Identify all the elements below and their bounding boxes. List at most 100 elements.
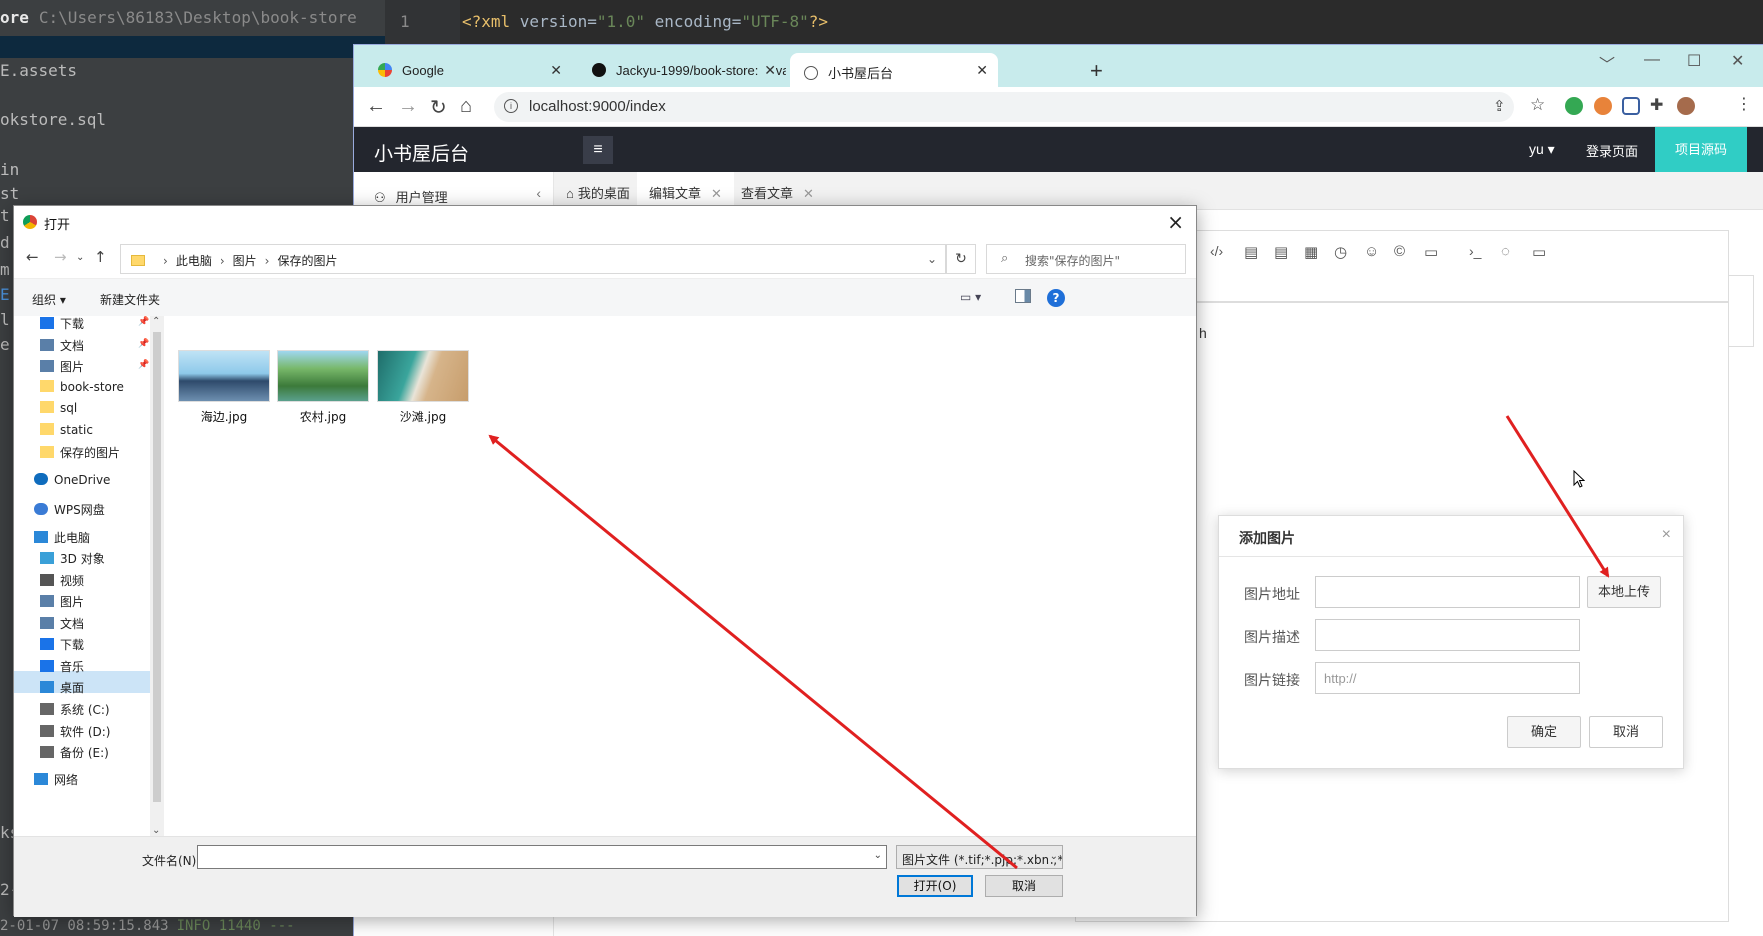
tree-item[interactable]: in (0, 160, 19, 179)
preview-pane-icon[interactable] (1015, 289, 1031, 303)
path-breadcrumb[interactable]: › 此电脑 › 图片 › 保存的图片 ⌄ (120, 244, 946, 274)
scroll-up-icon[interactable]: ⌃ (152, 316, 160, 327)
filetype-select[interactable]: 图片文件 (*.tif;*.pjp;*.xbm;*.jxl⌄ (896, 845, 1063, 869)
monitor-icon[interactable]: ▭ (1532, 243, 1546, 261)
nav-item[interactable]: 图片 (40, 358, 84, 375)
nav-item[interactable]: 此电脑 (34, 529, 90, 546)
filename-input[interactable]: ⌄ (197, 845, 887, 869)
extension-icon[interactable] (1594, 97, 1612, 115)
project-source-button[interactable]: 项目源码 (1655, 127, 1747, 172)
pagebreak-icon[interactable]: ▭ (1424, 243, 1438, 261)
nav-item[interactable]: 文档 (40, 337, 84, 354)
nav-item[interactable]: 文档 (40, 615, 84, 632)
emoji-icon[interactable]: ☺ (1364, 243, 1379, 260)
login-page-link[interactable]: 登录页面 (1586, 141, 1638, 160)
file-item[interactable]: 海边.jpg (174, 350, 274, 425)
browser-tab-github[interactable]: Jackyu-1999/book-store: Java ✕ (578, 53, 786, 87)
maximize-button[interactable]: ☐ (1687, 51, 1701, 71)
nav-item[interactable]: 音乐 (40, 658, 84, 675)
scroll-down-icon[interactable]: ⌄ (152, 825, 160, 836)
nav-item[interactable]: WPS网盘 (34, 501, 105, 518)
view-options-icon[interactable]: ▭ ▾ (960, 290, 981, 304)
pin-icon[interactable]: 📌 (138, 360, 149, 370)
ok-button[interactable]: 确定 (1507, 716, 1581, 748)
address-bar[interactable]: i localhost:9000/index (494, 92, 1514, 122)
chevron-left-icon[interactable]: ‹ (536, 185, 541, 201)
extension-icon[interactable] (1622, 97, 1640, 115)
nav-item[interactable]: 图片 (40, 593, 84, 610)
terminal-icon[interactable]: ›_ (1469, 243, 1481, 259)
close-window-button[interactable]: ✕ (1731, 51, 1744, 71)
nav-item[interactable]: sql (40, 401, 77, 415)
nav-item[interactable]: 系统 (C:) (40, 701, 110, 718)
tree-item[interactable]: E.assets (0, 61, 77, 80)
refresh-button[interactable]: ↻ (946, 244, 976, 274)
cancel-button[interactable]: 取消 (1589, 716, 1663, 748)
browser-tab-admin[interactable]: 小书屋后台 ✕ (790, 53, 998, 87)
file-item[interactable]: 沙滩.jpg (373, 350, 473, 425)
file-code-icon[interactable]: ▤ (1244, 243, 1258, 261)
forward-button[interactable]: → (398, 95, 418, 118)
nav-item[interactable]: 网络 (34, 771, 78, 788)
organize-menu[interactable]: 组织 ▾ (32, 291, 66, 308)
pin-icon[interactable]: 📌 (138, 339, 149, 349)
close-icon[interactable]: ✕ (803, 186, 814, 201)
file-item[interactable]: 农村.jpg (273, 350, 373, 425)
close-tab-icon[interactable]: ✕ (976, 62, 988, 79)
nav-item[interactable]: 保存的图片 (40, 444, 120, 461)
nav-item[interactable]: 视频 (40, 572, 84, 589)
code-line[interactable]: <?xml version="1.0" encoding="UTF-8"?> (462, 12, 828, 31)
nav-item[interactable]: book-store (40, 380, 124, 394)
nav-item[interactable]: 桌面 (40, 679, 84, 696)
up-icon[interactable]: ↑ (94, 248, 107, 266)
sidebar-item-users[interactable]: ⚇ 用户管理 (374, 187, 448, 206)
eye-slash-icon[interactable]: ◌ (1501, 243, 1510, 260)
close-tab-icon[interactable]: ✕ (550, 62, 562, 79)
pin-icon[interactable]: 📌 (138, 317, 149, 327)
image-desc-input[interactable] (1315, 619, 1580, 651)
nav-scrollbar[interactable]: ⌃ ⌄ (150, 316, 164, 836)
code-icon[interactable]: ‹/› (1210, 243, 1223, 259)
new-tab-button[interactable]: + (1090, 58, 1103, 84)
open-button[interactable]: 打开(O) (897, 875, 973, 897)
nav-item[interactable]: 软件 (D:) (40, 723, 110, 740)
nav-item[interactable]: 备份 (E:) (40, 744, 109, 761)
tree-item[interactable]: okstore.sql (0, 110, 106, 129)
close-icon[interactable]: × (1167, 210, 1184, 234)
close-tab-icon[interactable]: ✕ (760, 62, 776, 79)
clock-icon[interactable]: ◷ (1334, 243, 1347, 261)
nav-item[interactable]: static (40, 423, 93, 437)
breadcrumb-item[interactable]: 保存的图片 (277, 254, 337, 268)
cancel-button[interactable]: 取消 (985, 875, 1063, 897)
kebab-menu-icon[interactable]: ⋮ (1736, 94, 1752, 114)
table-icon[interactable]: ▦ (1304, 243, 1318, 261)
browser-tab-google[interactable]: Google ✕ (364, 53, 572, 87)
puzzle-icon[interactable]: ✚ (1650, 95, 1663, 115)
forward-icon[interactable]: → (54, 248, 67, 266)
share-icon[interactable]: ⇪ (1493, 97, 1506, 115)
minimize-button[interactable]: — (1644, 51, 1660, 69)
tree-item[interactable]: st (0, 184, 19, 203)
back-button[interactable]: ← (366, 95, 386, 118)
file-code-icon[interactable]: ▤ (1274, 243, 1288, 261)
close-icon[interactable]: × (1662, 526, 1671, 544)
image-url-input[interactable] (1315, 576, 1580, 608)
chevron-down-icon[interactable]: ⌄ (874, 850, 882, 861)
bookmark-star-icon[interactable]: ☆ (1530, 95, 1545, 115)
reload-button[interactable]: ↻ (430, 95, 447, 120)
user-menu[interactable]: yu ▾ (1529, 141, 1555, 158)
local-upload-button[interactable]: 本地上传 (1587, 576, 1661, 608)
help-icon[interactable]: ? (1047, 289, 1065, 307)
profile-avatar[interactable] (1677, 97, 1695, 115)
home-icon[interactable]: ⌂ (460, 95, 472, 118)
scroll-thumb[interactable] (153, 332, 161, 802)
breadcrumb-item[interactable]: 图片 (233, 254, 257, 268)
new-folder-button[interactable]: 新建文件夹 (100, 291, 160, 308)
nav-item[interactable]: 下载 (40, 636, 84, 653)
tab-search-icon[interactable]: ﹀ (1599, 51, 1615, 75)
nav-item[interactable]: 3D 对象 (40, 550, 105, 567)
back-icon[interactable]: ← (26, 248, 39, 266)
breadcrumb-item[interactable]: 此电脑 (176, 254, 212, 268)
hamburger-menu-icon[interactable]: ≡ (583, 136, 613, 164)
close-icon[interactable]: ✕ (711, 186, 722, 201)
